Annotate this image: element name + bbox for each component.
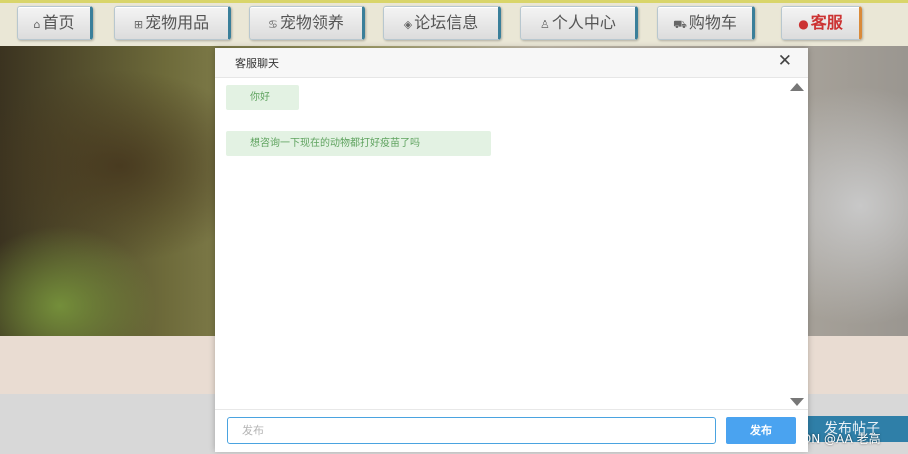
top-nav: ⌂ 首页 ⊞ 宠物用品 ♋ 宠物领养 ◈ 论坛信息 ♙ 个人中心 ⛟ 购物车 ● 客服 — [0, 0, 908, 46]
cart-icon: ⛟ — [673, 18, 687, 31]
chat-dialog: 客服聊天 ✕ 你好 想咨询一下现在的动物都打好疫苗了吗 发布 — [215, 48, 808, 452]
nav-customer-service-label: 客服 — [810, 13, 843, 32]
chat-dialog-header: 客服聊天 ✕ — [215, 48, 808, 78]
nav-forum-button[interactable]: ◈ 论坛信息 — [383, 6, 501, 40]
user-icon: ♙ — [540, 18, 550, 31]
nav-cart-button[interactable]: ⛟ 购物车 — [657, 6, 755, 40]
chat-message: 你好 — [226, 85, 299, 110]
chat-message: 想咨询一下现在的动物都打好疫苗了吗 — [226, 131, 491, 156]
chat-dialog-title: 客服聊天 — [235, 57, 279, 70]
nav-customer-service-button[interactable]: ● 客服 — [781, 6, 862, 40]
forum-icon: ◈ — [403, 18, 413, 31]
nav-cart-label: 购物车 — [688, 13, 737, 32]
close-icon[interactable]: ✕ — [778, 51, 792, 71]
nav-pet-adoption-label: 宠物领养 — [279, 13, 344, 32]
nav-personal-center-button[interactable]: ♙ 个人中心 — [520, 6, 638, 40]
nav-home-button[interactable]: ⌂ 首页 — [17, 6, 93, 40]
paw-icon: ♋ — [268, 18, 278, 31]
nav-forum-label: 论坛信息 — [414, 13, 479, 32]
gift-icon: ⊞ — [133, 18, 144, 31]
nav-pet-supplies-button[interactable]: ⊞ 宠物用品 — [114, 6, 231, 40]
nav-personal-center-label: 个人中心 — [551, 13, 616, 32]
scroll-up-arrow-icon[interactable] — [790, 83, 804, 91]
service-icon: ● — [798, 17, 809, 31]
scroll-down-arrow-icon[interactable] — [790, 398, 804, 406]
nav-pet-adoption-button[interactable]: ♋ 宠物领养 — [249, 6, 365, 40]
nav-home-label: 首页 — [42, 13, 75, 32]
send-button[interactable]: 发布 — [726, 417, 796, 444]
chat-message-list: 你好 想咨询一下现在的动物都打好疫苗了吗 — [215, 78, 795, 408]
nav-pet-supplies-label: 宠物用品 — [145, 13, 210, 32]
home-icon: ⌂ — [33, 18, 41, 31]
chat-input-bar: 发布 — [215, 409, 808, 452]
chat-message-input[interactable] — [227, 417, 716, 444]
